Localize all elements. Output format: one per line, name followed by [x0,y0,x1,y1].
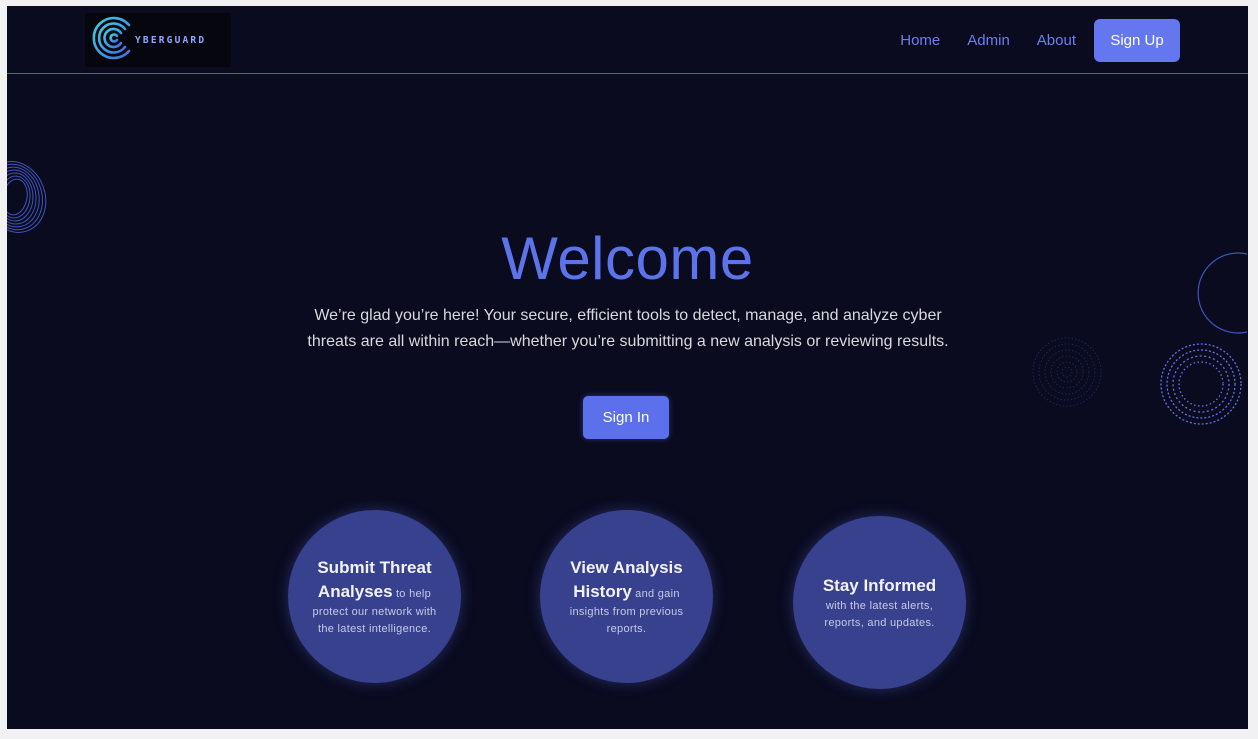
nav-home-link[interactable]: Home [900,32,940,49]
sign-up-button[interactable]: Sign Up [1094,19,1180,62]
card-body: with the latest alerts, reports, and upd… [824,599,935,629]
brand-logo[interactable]: YBERGUARD [85,13,231,67]
app-window: YBERGUARD Home Admin About Sign Up Welco… [7,6,1248,729]
welcome-intro: We’re glad you’re here! Your secure, eff… [307,307,949,350]
nav-about-link[interactable]: About [1037,32,1076,49]
card-title: Stay Informed [822,575,937,595]
nav-links: Home Admin About Sign Up [873,19,1180,62]
nav-admin-link[interactable]: Admin [967,32,1010,49]
card-text: Submit Threat Analyses to help protect o… [310,556,439,638]
card-stay-informed[interactable]: Stay Informed with the latest alerts, re… [793,516,966,689]
navbar: YBERGUARD Home Admin About Sign Up [7,6,1248,74]
dotted-radar-decoration-icon [1032,337,1102,407]
card-text: View Analysis History and gain insights … [562,556,691,638]
card-text: Stay Informed with the latest alerts, re… [815,574,944,632]
cyberguard-c-logo-icon [85,15,137,66]
spiral-burst-decoration-icon [1160,343,1242,425]
brand-name: YBERGUARD [135,34,207,46]
welcome-title: Welcome [501,225,754,292]
sign-in-button[interactable]: Sign In [583,396,669,439]
card-view-history[interactable]: View Analysis History and gain insights … [540,510,713,683]
card-submit-threat[interactable]: Submit Threat Analyses to help protect o… [288,510,461,683]
